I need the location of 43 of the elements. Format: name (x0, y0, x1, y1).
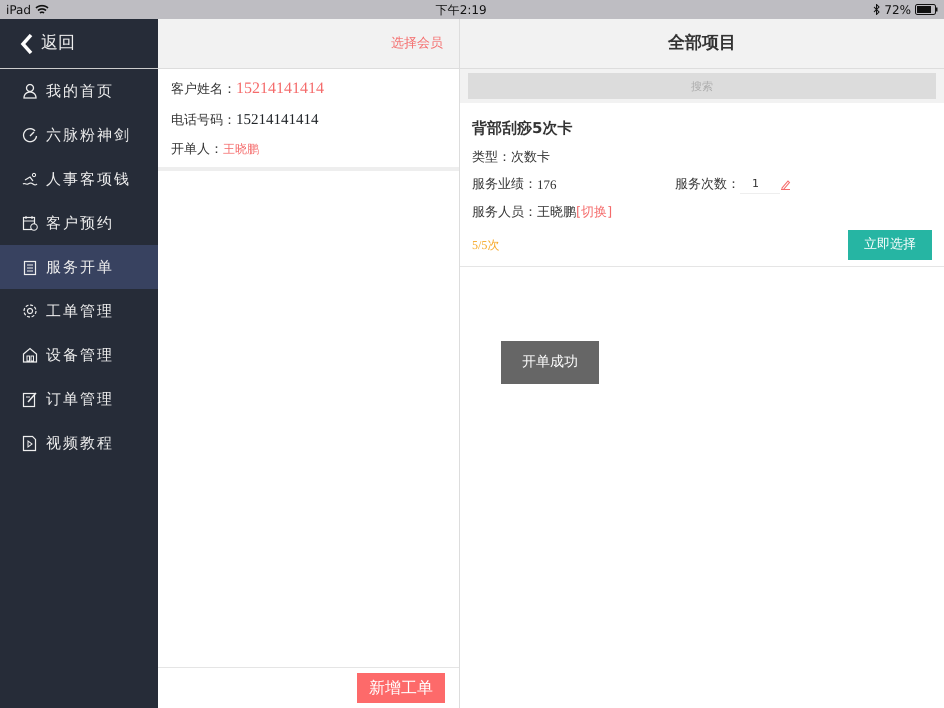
document-icon (22, 258, 38, 276)
settings-icon (22, 302, 38, 320)
field-value: 次数卡 (511, 148, 550, 166)
pencil-icon (780, 179, 791, 190)
field-label: 服务业绩： (472, 176, 537, 194)
battery-icon (914, 4, 938, 15)
sidebar-item[interactable]: 我的首页 (0, 69, 158, 113)
battery-percent: 72% (884, 2, 911, 18)
calendar-icon (22, 214, 38, 232)
wifi-icon (35, 4, 50, 15)
field-value: 176 (537, 176, 556, 194)
status-time: 下午2:19 (436, 2, 487, 18)
toast-message: 开单成功 (501, 341, 599, 384)
sidebar-item[interactable]: 客户预约 (0, 201, 158, 245)
sidebar-item[interactable]: 设备管理 (0, 333, 158, 377)
remaining-count: 5/5次 (472, 236, 500, 254)
field-value: 15214141414 (236, 79, 324, 99)
sidebar-item[interactable]: 订单管理 (0, 377, 158, 421)
project-name: 背部刮痧5次卡 (472, 118, 574, 139)
field-value: 15214141414 (236, 111, 318, 130)
sidebar-item[interactable]: 六脉粉神剑 (0, 113, 158, 157)
video-file-icon (22, 434, 38, 452)
sidebar-item[interactable]: 视频教程 (0, 421, 158, 465)
field-value: 王晓鹏 (537, 204, 576, 222)
sidebar-item[interactable]: 人事客项钱 (0, 157, 158, 201)
sidebar-item[interactable]: 工单管理 (0, 289, 158, 333)
panel-title: 全部项目 (668, 32, 736, 55)
field-label: 客户姓名： (171, 81, 236, 99)
field-label: 服务人员： (472, 204, 537, 222)
bluetooth-icon (873, 4, 880, 15)
edit-document-icon (22, 390, 38, 408)
field-label: 类型： (472, 148, 511, 166)
count-field[interactable]: 1 (740, 176, 780, 194)
sidebar-item[interactable]: 服务开单 (0, 245, 158, 289)
field-label: 服务次数： (675, 176, 740, 194)
building-icon (22, 346, 38, 364)
gauge-icon (22, 126, 38, 144)
device-name: iPad (6, 2, 32, 18)
field-label: 开单人： (171, 140, 223, 158)
field-label: 电话号码： (171, 112, 236, 130)
person-icon (22, 82, 38, 100)
swimmer-icon (22, 170, 38, 188)
field-value: 王晓鹏 (223, 140, 259, 158)
